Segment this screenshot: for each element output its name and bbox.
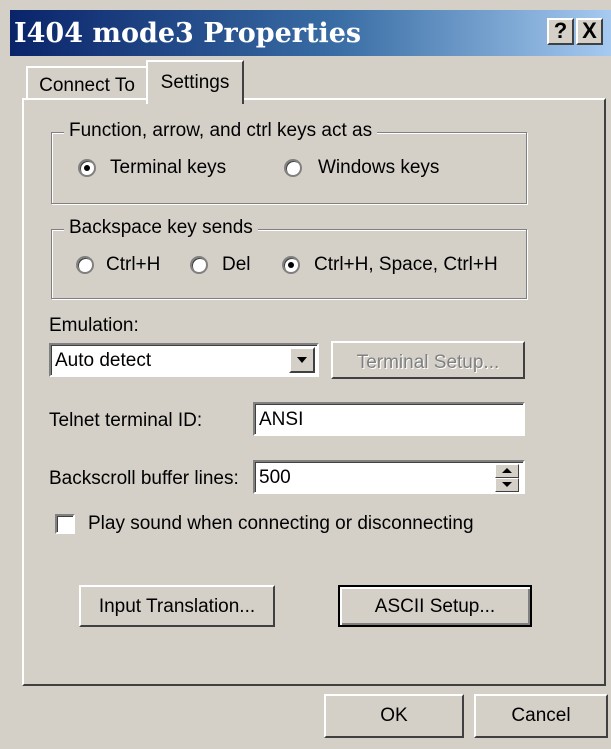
backspace-group: Backspace key sends Ctrl+H Del Ctrl+H, S…: [51, 217, 527, 299]
backspace-group-title: Backspace key sends: [64, 217, 258, 239]
telnet-terminal-id-input[interactable]: ANSI: [253, 402, 525, 436]
input-translation-label: Input Translation...: [98, 596, 256, 617]
del-label[interactable]: Del: [222, 254, 251, 276]
terminal-setup-button: Terminal Setup...: [331, 341, 525, 379]
emulation-dropdown-button[interactable]: [289, 347, 315, 373]
keys-group: Function, arrow, and ctrl keys act as Te…: [51, 120, 527, 204]
tab-connect-to-label: Connect To: [39, 75, 135, 96]
backscroll-value: 500: [259, 467, 291, 488]
spin-up-button[interactable]: [495, 464, 519, 478]
title-bar[interactable]: I404 mode3 Properties ? X: [10, 10, 611, 56]
close-button[interactable]: X: [576, 18, 603, 45]
emulation-label: Emulation:: [49, 315, 139, 336]
window-title: I404 mode3 Properties: [14, 18, 362, 49]
terminal-setup-label: Terminal Setup...: [356, 352, 500, 373]
arrow-up-icon: [502, 468, 512, 473]
backscroll-label: Backscroll buffer lines:: [49, 468, 239, 489]
ctrl-h-radio[interactable]: [76, 256, 94, 274]
ok-button[interactable]: OK: [324, 694, 464, 738]
windows-keys-label[interactable]: Windows keys: [318, 157, 439, 179]
settings-panel: Function, arrow, and ctrl keys act as Te…: [22, 98, 606, 686]
ascii-setup-label: ASCII Setup...: [374, 596, 496, 617]
ascii-setup-button[interactable]: ASCII Setup...: [338, 585, 532, 627]
chevron-down-icon: [297, 357, 307, 363]
del-radio[interactable]: [190, 256, 208, 274]
tab-connect-to[interactable]: Connect To: [26, 66, 148, 100]
emulation-select[interactable]: Auto detect: [49, 343, 319, 377]
cancel-label: Cancel: [511, 705, 571, 726]
keys-group-title: Function, arrow, and ctrl keys act as: [64, 120, 378, 142]
help-button[interactable]: ?: [547, 18, 574, 45]
telnet-terminal-id-value: ANSI: [259, 409, 304, 430]
tab-settings[interactable]: Settings: [146, 60, 244, 104]
terminal-keys-radio[interactable]: [78, 159, 96, 177]
ctrl-h-space-radio[interactable]: [282, 256, 300, 274]
terminal-keys-label[interactable]: Terminal keys: [110, 157, 226, 179]
backscroll-input[interactable]: 500: [253, 460, 525, 494]
ctrl-h-space-label[interactable]: Ctrl+H, Space, Ctrl+H: [314, 254, 498, 276]
properties-dialog: I404 mode3 Properties ? X Connect To Set…: [0, 0, 611, 749]
play-sound-checkbox[interactable]: [55, 514, 75, 534]
windows-keys-radio[interactable]: [284, 159, 302, 177]
play-sound-label[interactable]: Play sound when connecting or disconnect…: [88, 513, 474, 535]
spin-down-button[interactable]: [495, 478, 519, 492]
tab-settings-label: Settings: [160, 72, 230, 93]
ctrl-h-label[interactable]: Ctrl+H: [106, 254, 160, 276]
arrow-down-icon: [502, 482, 512, 487]
input-translation-button[interactable]: Input Translation...: [79, 585, 275, 627]
emulation-value: Auto detect: [55, 350, 152, 371]
cancel-button[interactable]: Cancel: [474, 694, 608, 738]
ok-label: OK: [380, 705, 408, 726]
telnet-terminal-id-label: Telnet terminal ID:: [49, 410, 203, 431]
